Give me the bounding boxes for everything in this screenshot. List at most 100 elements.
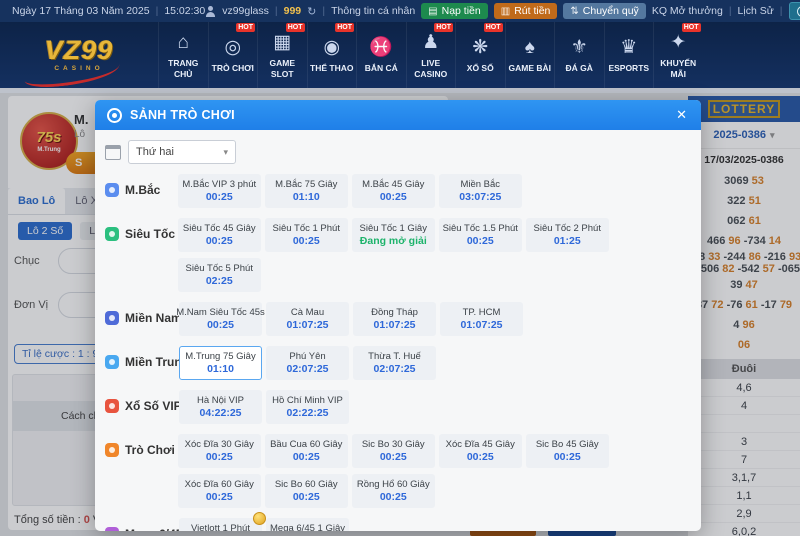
nav-esports[interactable]: ♛ ESPORTS <box>604 22 654 88</box>
game-countdown: 02:07:25 <box>373 363 415 375</box>
game-name: M.Bắc 75 Giây <box>275 179 337 190</box>
game-cell[interactable]: Sic Bo 30 Giây 00:25 <box>352 434 435 468</box>
game-cell[interactable]: Sic Bo 45 Giây 00:25 <box>526 434 609 468</box>
lottery-icon: ❋ <box>472 36 488 60</box>
separator: | <box>156 5 159 17</box>
game-cell[interactable]: Vietlott 1 Phút 00:25 <box>179 518 262 531</box>
game-cell[interactable]: Xóc Đĩa 45 Giây 00:25 <box>439 434 522 468</box>
game-cell[interactable]: Siêu Tốc 1 Phút 00:25 <box>265 218 348 252</box>
game-name: Siêu Tốc 1 Phút <box>273 223 340 234</box>
nav-live-casino[interactable]: HOT ♟ LIVE CASINO <box>406 22 456 88</box>
brand-logo[interactable]: VZ99 CASINO <box>0 22 158 88</box>
separator: | <box>322 5 325 17</box>
game-cell[interactable]: Bầu Cua 60 Giây 00:25 <box>265 434 348 468</box>
nav-items: ⌂ TRANG CHỦ HOT ◎ TRÒ CHƠI HOT ▦ GAME SL… <box>158 22 703 88</box>
nav-khuyen-mai[interactable]: HOT ✦ KHUYẾN MÃI <box>653 22 703 88</box>
close-icon[interactable]: ✕ <box>674 107 689 123</box>
game-name: M.Nam Siêu Tốc 45s <box>176 307 265 318</box>
game-cell[interactable]: Xóc Đĩa 30 Giây 00:25 <box>178 434 261 468</box>
soccer-icon: ◉ <box>323 36 340 60</box>
game-name: Vietlott 1 Phút <box>191 523 250 531</box>
game-name: Sic Bo 30 Giây <box>362 439 425 450</box>
day-select-value: Thứ hai <box>136 146 174 158</box>
game-cell[interactable]: Siêu Tốc 45 Giây 00:25 <box>178 218 261 252</box>
game-cell[interactable]: Siêu Tốc 5 Phút 02:25 <box>178 258 261 292</box>
refresh-icon[interactable]: ↻ <box>307 5 316 18</box>
hot-badge: HOT <box>682 23 701 32</box>
home-icon: ⌂ <box>178 31 189 55</box>
game-countdown: 00:25 <box>207 319 234 331</box>
game-countdown: 00:25 <box>380 491 407 503</box>
game-countdown: 01:07:25 <box>460 319 502 331</box>
esports-icon: ♛ <box>620 36 637 60</box>
game-cell[interactable]: Rồng Hổ 60 Giây 00:25 <box>352 474 435 508</box>
nav-item-label: GAME SLOT <box>259 58 306 78</box>
nav-item-label: ĐÁ GÀ <box>566 63 593 73</box>
category-label-group: Siêu Tốc <box>105 218 178 241</box>
game-cell[interactable]: M.Nam Siêu Tốc 45s 00:25 <box>179 302 262 336</box>
mien-trung-icon <box>105 355 119 369</box>
modal-title: SẢNH TRÒ CHƠI <box>130 108 666 122</box>
chevron-down-icon: ▾ <box>223 147 228 158</box>
game-category-row: Trò Chơi Xóc Đĩa 30 Giây 00:25 Bầu Cua 6… <box>105 434 691 508</box>
game-cell[interactable]: M.Bắc 75 Giây 01:10 <box>265 174 348 208</box>
nav-da-ga[interactable]: ⚜ ĐÁ GÀ <box>554 22 604 88</box>
logout-button[interactable]: Đăng xuất <box>789 2 800 20</box>
game-name: Mega 6/45 1 Giây <box>270 523 345 531</box>
nav-trang-chu[interactable]: ⌂ TRANG CHỦ <box>158 22 208 88</box>
username[interactable]: vz99glass <box>222 5 269 17</box>
game-cell[interactable]: Thừa T. Huế 02:07:25 <box>353 346 436 380</box>
results-link[interactable]: KQ Mở thưởng <box>652 5 723 17</box>
power-icon <box>797 6 800 17</box>
transfer-label: Chuyển quỹ <box>583 5 639 17</box>
game-cell[interactable]: Siêu Tốc 2 Phút 01:25 <box>526 218 609 252</box>
balance: 999 <box>284 5 302 17</box>
nav-the-thao[interactable]: HOT ◉ THỂ THAO <box>307 22 357 88</box>
game-cell[interactable]: Mega 6/45 1 Giây Đang mở giải <box>266 518 349 531</box>
game-cell[interactable]: TP. HCM 01:07:25 <box>440 302 523 336</box>
nav-ban-ca[interactable]: ♓ BẮN CÁ <box>356 22 406 88</box>
live-casino-icon: ♟ <box>422 31 439 55</box>
game-cell[interactable]: M.Bắc VIP 3 phút 00:25 <box>178 174 261 208</box>
slot-machine-icon: ▦ <box>273 31 291 55</box>
game-cell[interactable]: Cà Mau 01:07:25 <box>266 302 349 336</box>
game-name: Đồng Tháp <box>371 307 418 318</box>
nav-xo-so[interactable]: HOT ❋ XỔ SỐ <box>455 22 505 88</box>
game-cell[interactable]: M.Bắc 45 Giây 00:25 <box>352 174 435 208</box>
transfer-button[interactable]: ⇅ Chuyển quỹ <box>563 3 645 19</box>
withdraw-label: Rút tiền <box>514 5 550 17</box>
game-cell[interactable]: Đồng Tháp 01:07:25 <box>353 302 436 336</box>
nav-item-label: THỂ THAO <box>310 63 353 73</box>
hot-badge: HOT <box>434 23 453 32</box>
profile-link[interactable]: Thông tin cá nhân <box>331 5 415 17</box>
game-countdown: 00:25 <box>206 191 233 203</box>
game-cell[interactable]: Phú Yên 02:07:25 <box>266 346 349 380</box>
nav-game-bai[interactable]: ♠ GAME BÀI <box>505 22 555 88</box>
game-countdown: 00:25 <box>554 451 581 463</box>
nav-game-slot[interactable]: HOT ▦ GAME SLOT <box>257 22 307 88</box>
deposit-button[interactable]: ▤ Nạp tiền <box>421 3 488 19</box>
game-cell[interactable]: M.Trung 75 Giây 01:10 <box>179 346 262 380</box>
game-cell[interactable]: Miền Bắc 03:07:25 <box>439 174 522 208</box>
game-countdown: 00:25 <box>293 491 320 503</box>
game-category-row: Miền Trung M.Trung 75 Giây 01:10 Phú Yên… <box>105 346 691 380</box>
day-select[interactable]: Thứ hai ▾ <box>128 140 236 164</box>
nav-item-label: BẮN CÁ <box>365 63 398 73</box>
game-name: Bầu Cua 60 Giây <box>270 439 342 450</box>
game-cell[interactable]: Hồ Chí Minh VIP 02:22:25 <box>266 390 349 424</box>
game-cell[interactable]: Siêu Tốc 1 Giây Đang mở giải <box>352 218 435 252</box>
nav-tro-choi[interactable]: HOT ◎ TRÒ CHƠI <box>208 22 258 88</box>
game-cell[interactable]: Sic Bo 60 Giây 00:25 <box>265 474 348 508</box>
game-cells: Vietlott 1 Phút 00:25 Mega 6/45 1 Giây Đ… <box>179 518 691 531</box>
user-icon <box>205 6 216 17</box>
game-cell[interactable]: Xóc Đĩa 60 Giây 00:25 <box>178 474 261 508</box>
game-cell[interactable]: Siêu Tốc 1.5 Phút 00:25 <box>439 218 522 252</box>
game-cell[interactable]: Hà Nội VIP 04:22:25 <box>179 390 262 424</box>
game-countdown: 01:07:25 <box>286 319 328 331</box>
withdraw-button[interactable]: ▥ Rút tiền <box>494 3 558 19</box>
history-link[interactable]: Lịch Sử <box>738 5 774 17</box>
calendar-icon <box>105 145 121 160</box>
tro-choi-icon <box>105 443 119 457</box>
nav-item-label: GAME BÀI <box>509 63 552 73</box>
category-label: M.Bắc <box>125 183 160 197</box>
